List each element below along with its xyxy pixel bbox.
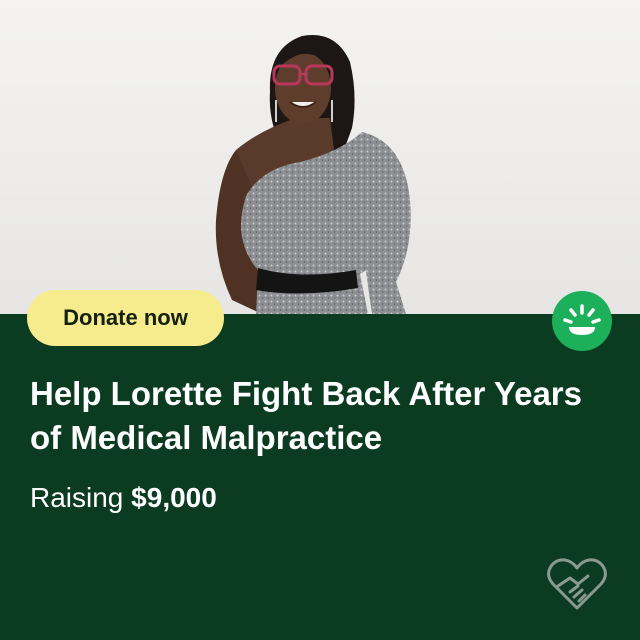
fundraising-goal: Raising $9,000 bbox=[30, 478, 217, 518]
campaign-title: Help Lorette Fight Back After Years of M… bbox=[30, 375, 582, 456]
campaign-photo bbox=[0, 0, 640, 314]
sun-smile-icon bbox=[552, 291, 612, 351]
raising-label: Raising bbox=[30, 482, 124, 513]
goal-amount: $9,000 bbox=[131, 482, 217, 513]
campaign-info-panel bbox=[0, 314, 640, 640]
donate-now-button[interactable]: Donate now bbox=[27, 290, 224, 346]
heart-handshake-icon bbox=[546, 556, 608, 612]
